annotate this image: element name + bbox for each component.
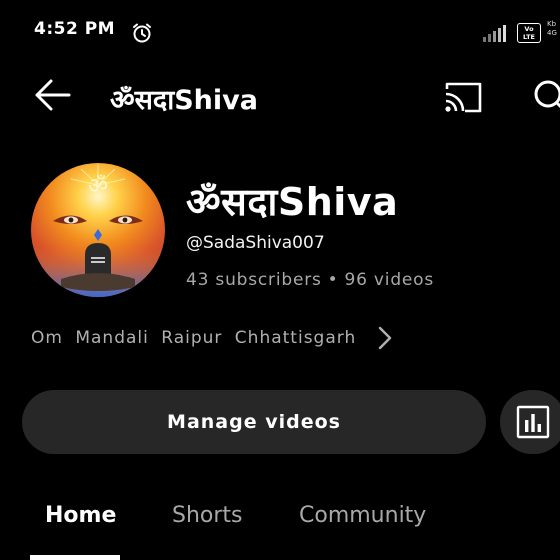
app-bar-title: ॐसदाShiva [110,85,258,116]
volte-badge: Vo LTE [517,23,541,43]
channel-stats: 43 subscribers • 96 videos [186,270,434,290]
tab-home[interactable]: Home [45,503,116,528]
selected-tab-indicator [30,555,120,560]
cast-icon[interactable] [443,80,483,114]
svg-text:ॐ: ॐ [88,174,108,199]
analytics-bar-chart-icon [516,405,550,439]
stats-separator: • [327,270,339,290]
subscriber-count: 43 subscribers [186,270,322,290]
search-icon[interactable] [530,78,560,114]
alarm-clock-icon [133,23,151,43]
channel-avatar[interactable]: ॐ [31,163,165,297]
video-count: 96 videos [344,270,435,290]
signal-bars-icon [483,25,506,42]
channel-description-text: Om Mandali Raipur Chhattisgarh [31,328,357,348]
channel-name: ॐसदाShiva [186,180,399,224]
shiva-linga-avatar-image: ॐ [31,163,165,297]
tab-shorts[interactable]: Shorts [172,503,243,528]
manage-videos-button[interactable]: Manage videos [22,390,486,454]
channel-handle: @SadaShiva007 [186,233,325,253]
arrow-left-icon[interactable] [32,78,72,112]
chevron-right-icon [379,326,392,350]
channel-description-link[interactable]: Om Mandali Raipur Chhattisgarh [31,322,396,354]
network-indicator: Kb 4G [547,20,557,37]
status-time: 4:52 PM [34,19,116,39]
analytics-button[interactable] [500,390,560,454]
tab-community[interactable]: Community [299,503,426,528]
